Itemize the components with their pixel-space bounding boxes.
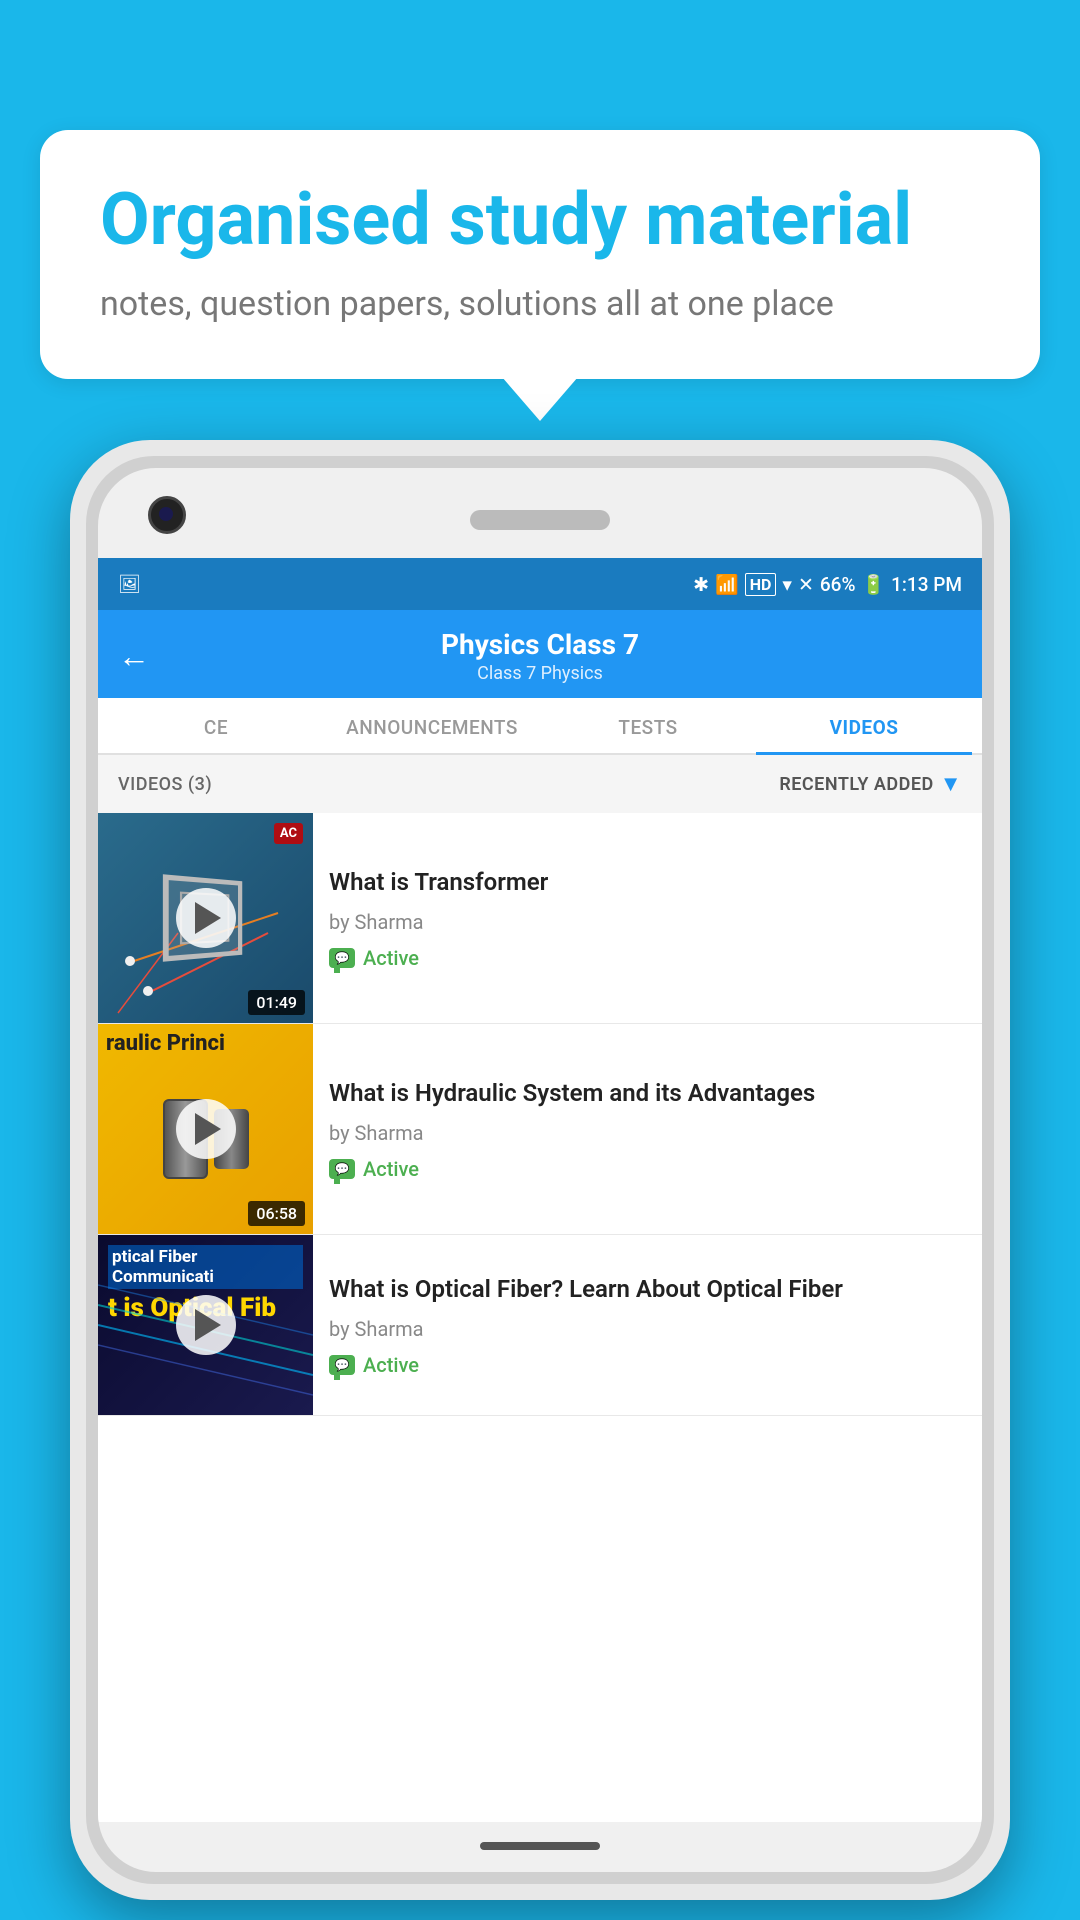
promo-section: Organised study material notes, question… — [40, 130, 1040, 379]
video-info-2: What is Hydraulic System and its Advanta… — [313, 1024, 982, 1234]
tab-tests[interactable]: TESTS — [540, 698, 756, 753]
status-label-1: Active — [363, 946, 419, 970]
video-author-2: by Sharma — [329, 1121, 966, 1145]
promo-subtitle: notes, question papers, solutions all at… — [100, 281, 980, 329]
thumbnail-2: raulic Princi 06:58 — [98, 1024, 313, 1234]
thumb-label-1: AC — [274, 823, 303, 844]
play-button-3[interactable] — [176, 1295, 236, 1355]
chevron-down-icon: ▼ — [940, 771, 962, 797]
screen: 🖼 ✱ 📶 HD ▾ ✕ 66% 🔋 1:13 PM — [98, 558, 982, 1822]
status-bar: 🖼 ✱ 📶 HD ▾ ✕ 66% 🔋 1:13 PM — [98, 558, 982, 610]
app-header: ← Physics Class 7 Class 7 Physics — [98, 610, 982, 698]
sort-button[interactable]: RECENTLY ADDED ▼ — [779, 771, 962, 797]
video-item-2[interactable]: raulic Princi 06:58 — [98, 1024, 982, 1235]
image-icon: 🖼 — [118, 574, 141, 595]
chat-icon-3: 💬 — [329, 1355, 355, 1375]
phone-camera — [148, 496, 186, 534]
video-author-1: by Sharma — [329, 910, 966, 934]
phone-home-indicator — [480, 1842, 600, 1850]
hd-badge: HD — [745, 573, 777, 596]
thumbnail-1: AC 01:49 — [98, 813, 313, 1023]
thumb-duration-2: 06:58 — [248, 1201, 305, 1226]
status-right: ✱ 📶 HD ▾ ✕ 66% 🔋 1:13 PM — [693, 573, 962, 596]
filter-bar: VIDEOS (3) RECENTLY ADDED ▼ — [98, 755, 982, 813]
thumb-duration-1: 01:49 — [248, 990, 305, 1015]
battery-percent: 66% — [820, 573, 856, 596]
sort-label: RECENTLY ADDED — [779, 774, 933, 795]
chat-icon-1: 💬 — [329, 948, 355, 968]
play-button-2[interactable] — [176, 1099, 236, 1159]
tab-bar: CE ANNOUNCEMENTS TESTS VIDEOS — [98, 698, 982, 755]
phone-inner: 🖼 ✱ 📶 HD ▾ ✕ 66% 🔋 1:13 PM — [86, 456, 994, 1884]
video-info-1: What is Transformer by Sharma 💬 Active — [313, 813, 982, 1023]
phone-mockup: 🖼 ✱ 📶 HD ▾ ✕ 66% 🔋 1:13 PM — [70, 440, 1010, 1900]
signal-icon: 📶 — [715, 573, 739, 596]
video-author-3: by Sharma — [329, 1317, 966, 1341]
video-item-3[interactable]: ptical Fiber Communicati t is Optical Fi… — [98, 1235, 982, 1416]
tab-announcements[interactable]: ANNOUNCEMENTS — [324, 698, 540, 753]
tab-videos[interactable]: VIDEOS — [756, 698, 972, 753]
video-status-3: 💬 Active — [329, 1353, 966, 1377]
video-status-2: 💬 Active — [329, 1157, 966, 1181]
phone-speaker — [470, 510, 610, 530]
header-text: Physics Class 7 Class 7 Physics — [168, 628, 912, 684]
back-button[interactable]: ← — [118, 637, 150, 675]
breadcrumb: Class 7 Physics — [168, 663, 912, 684]
video-title-3: What is Optical Fiber? Learn About Optic… — [329, 1273, 966, 1305]
page-title: Physics Class 7 — [168, 628, 912, 661]
play-button-1[interactable] — [176, 888, 236, 948]
thumb-overlay-text-2: raulic Princi — [98, 1024, 313, 1064]
battery-icon: 🔋 — [861, 573, 885, 596]
tab-ce[interactable]: CE — [108, 698, 324, 753]
time-display: 1:13 PM — [891, 573, 962, 596]
status-label-2: Active — [363, 1157, 419, 1181]
wifi-icon: ▾ — [782, 573, 792, 596]
status-label-3: Active — [363, 1353, 419, 1377]
promo-title: Organised study material — [100, 180, 980, 259]
phone-body: 🖼 ✱ 📶 HD ▾ ✕ 66% 🔋 1:13 PM — [98, 468, 982, 1872]
status-left: 🖼 — [118, 574, 141, 595]
video-list: AC 01:49 What is Transformer by Sharma — [98, 813, 982, 1416]
chat-icon-2: 💬 — [329, 1159, 355, 1179]
network-icon: ✕ — [798, 573, 814, 596]
video-item-1[interactable]: AC 01:49 What is Transformer by Sharma — [98, 813, 982, 1024]
thumbnail-3: ptical Fiber Communicati t is Optical Fi… — [98, 1235, 313, 1415]
speech-bubble: Organised study material notes, question… — [40, 130, 1040, 379]
video-info-3: What is Optical Fiber? Learn About Optic… — [313, 1235, 982, 1415]
phone-outer: 🖼 ✱ 📶 HD ▾ ✕ 66% 🔋 1:13 PM — [70, 440, 1010, 1900]
video-title-1: What is Transformer — [329, 866, 966, 898]
bluetooth-icon: ✱ — [693, 573, 709, 596]
video-status-1: 💬 Active — [329, 946, 966, 970]
video-title-2: What is Hydraulic System and its Advanta… — [329, 1077, 966, 1109]
video-count: VIDEOS (3) — [118, 774, 212, 795]
